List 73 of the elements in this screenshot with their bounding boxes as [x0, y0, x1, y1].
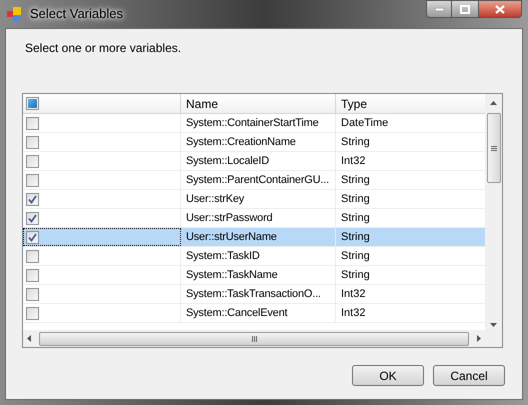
- table-cell-text: Int32: [340, 154, 366, 169]
- minimize-icon: [434, 8, 444, 10]
- scroll-down-icon: [490, 323, 497, 327]
- dialog-button[interactable]: OK: [352, 365, 424, 386]
- app-icon: [6, 6, 22, 22]
- table-cell: User::strKey: [181, 190, 336, 208]
- table-row[interactable]: System::CancelEvent Int32: [23, 304, 485, 323]
- table-cell-text: String: [340, 172, 371, 188]
- table-cell-text: String: [340, 248, 371, 264]
- checkbox[interactable]: [26, 174, 39, 186]
- close-button[interactable]: [478, 0, 522, 18]
- table-cell: System::LocaleID: [181, 152, 336, 170]
- checkmark-icon: [28, 194, 37, 204]
- column-header[interactable]: Type: [336, 94, 485, 113]
- checkbox[interactable]: [26, 116, 39, 130]
- table-row[interactable]: System::TaskTransactionO... Int32: [23, 285, 485, 304]
- checkbox[interactable]: [26, 268, 39, 282]
- scroll-right-icon: [477, 335, 481, 342]
- checkbox[interactable]: [26, 136, 39, 148]
- table-cell-text: Int32: [340, 286, 366, 302]
- vertical-scrollbar[interactable]: [485, 94, 502, 330]
- checkbox[interactable]: [26, 212, 39, 224]
- table-cell: System::CancelEvent: [181, 304, 336, 322]
- table-cell: User::strUserName: [181, 228, 336, 246]
- minimize-button[interactable]: [426, 0, 452, 18]
- scroll-thumb[interactable]: [486, 113, 500, 183]
- instruction-text: Select one or more variables.: [25, 40, 182, 55]
- scroll-up-icon: [490, 101, 497, 105]
- table-cell: System::TaskTransactionO...: [181, 285, 336, 303]
- close-icon: [495, 4, 505, 14]
- table-row[interactable]: System::ContainerStartTime DateTime: [23, 114, 485, 133]
- table-cell-text: DateTime: [340, 116, 390, 131]
- checkbox[interactable]: [26, 306, 39, 320]
- table-row[interactable]: System::TaskName String: [23, 266, 485, 285]
- table-row[interactable]: System::ParentContainerGU... String: [23, 171, 485, 190]
- table-row[interactable]: User::strKey String: [23, 190, 485, 209]
- table-cell: System::CreationName: [181, 133, 336, 151]
- checkbox[interactable]: [26, 154, 39, 168]
- maximize-button[interactable]: [452, 0, 478, 18]
- checkbox[interactable]: [26, 230, 39, 244]
- table-cell-text: String: [340, 268, 371, 283]
- checkbox[interactable]: [26, 250, 39, 262]
- table-cell: System::ParentContainerGU...: [181, 171, 336, 189]
- table-row[interactable]: User::strPassword String: [23, 209, 485, 228]
- header-cell[interactable]: [23, 94, 181, 113]
- table-cell-text: String: [340, 230, 371, 245]
- table-row[interactable]: System::TaskID String: [23, 247, 485, 266]
- checkmark-icon: [28, 232, 37, 242]
- table-cell: System::ContainerStartTime: [181, 114, 336, 132]
- checkbox[interactable]: [26, 192, 39, 206]
- table-row[interactable]: System::LocaleID Int32: [23, 152, 485, 171]
- horizontal-scrollbar[interactable]: [23, 330, 485, 347]
- table-row[interactable]: User::strUserName String: [23, 228, 485, 247]
- partial-fill-icon: [28, 99, 37, 108]
- table-row[interactable]: System::CreationName String: [23, 133, 485, 152]
- checkmark-icon: [28, 214, 37, 222]
- table-cell: System::TaskName: [181, 266, 336, 284]
- scroll-left-icon: [27, 335, 31, 342]
- select-all-checkbox[interactable]: [26, 97, 39, 110]
- table-cell-text: String: [340, 134, 371, 150]
- window-title: Select Variables: [30, 5, 123, 24]
- maximize-icon: [460, 4, 470, 14]
- scroll-thumb[interactable]: [39, 332, 469, 346]
- grip-icon: [490, 146, 496, 150]
- column-header[interactable]: Name: [181, 94, 336, 113]
- table-cell: System::TaskID: [181, 247, 336, 265]
- table-cell: User::strPassword: [181, 209, 336, 227]
- grip-icon: [252, 336, 256, 342]
- table-cell-text: String: [340, 210, 371, 226]
- checkbox[interactable]: [26, 288, 39, 300]
- dialog-button[interactable]: Cancel: [433, 365, 505, 386]
- table-cell-text: String: [340, 192, 371, 207]
- table-cell-text: Int32: [340, 306, 366, 321]
